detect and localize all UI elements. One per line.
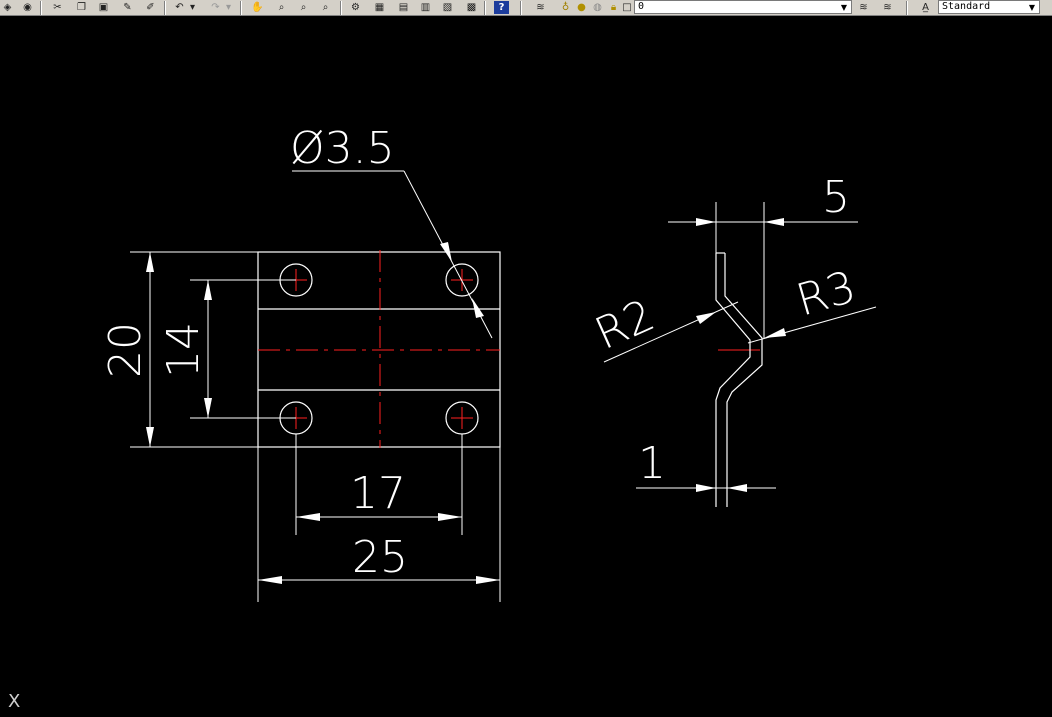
dim-width-total-label: 25 (352, 532, 408, 583)
dim-radius-outer-label: R3 (791, 261, 861, 326)
side-profile-outer (724, 253, 763, 507)
layer-previous-icon[interactable]: ≋ (856, 1, 871, 14)
calculator-icon[interactable]: ▩ (464, 1, 479, 14)
paste-icon[interactable]: ▣ (96, 1, 111, 14)
dim-height-total-label: 20 (100, 322, 151, 378)
toolbar-separator (484, 1, 486, 15)
redo-icon[interactable]: ↷ (208, 1, 223, 14)
dim-thickness-label: 1 (638, 438, 666, 489)
dim-side-width-label: 5 (822, 172, 850, 223)
layer-state-icon[interactable]: ≋ (880, 1, 895, 14)
lock-icon[interactable]: 🔒︎ (606, 1, 621, 14)
layer-manager-icon[interactable]: ≋ (533, 1, 548, 14)
markup-icon[interactable]: ▧ (440, 1, 455, 14)
dim-width-holes-label: 17 (350, 468, 406, 519)
match-properties-icon[interactable]: ✐ (143, 1, 158, 14)
help-icon[interactable]: ? (494, 1, 509, 14)
zoom-window-icon[interactable]: ⌕ (296, 1, 311, 14)
sheet-set-icon[interactable]: ▥ (418, 1, 433, 14)
toolbar-separator (520, 1, 522, 15)
toolbar-separator (164, 1, 166, 15)
standard-toolbar: ◈ ◉ ✂ ❐ ▣ ✎ ✐ ↶ ▾ ↷ ▾ ✋ ⌕ ⌕ ⌕ ⚙ ▦ ▤ ▥ ▧ … (0, 0, 1052, 16)
text-style-dropdown-arrow-icon[interactable]: ▼ (1026, 0, 1038, 14)
undo-icon[interactable]: ↶ (172, 1, 187, 14)
toolbar-separator (240, 1, 242, 15)
layer-dropdown-arrow-icon[interactable]: ▼ (838, 0, 850, 14)
brush-icon[interactable]: ✎ (120, 1, 135, 14)
cut-icon[interactable]: ✂ (50, 1, 65, 14)
layer-select[interactable]: 0 (634, 0, 852, 14)
ucs-axis-label: X (8, 691, 21, 712)
front-view-dimensions (130, 170, 501, 602)
toolbar-separator (906, 1, 908, 15)
text-style-icon[interactable]: A̲ (918, 1, 933, 14)
design-center-icon[interactable]: ▦ (372, 1, 387, 14)
zoom-realtime-icon[interactable]: ⌕ (274, 1, 289, 14)
bulb-icon[interactable]: ♁ (558, 1, 573, 14)
layers-icon[interactable]: ◈ (0, 1, 15, 14)
tool-palette-icon[interactable]: ▤ (396, 1, 411, 14)
dim-diameter-label: Ø3.5 (290, 123, 395, 174)
undo-dropdown-icon[interactable]: ▾ (188, 1, 197, 14)
dim-radius-inner-label: R2 (588, 290, 662, 360)
pan-icon[interactable]: ✋ (250, 1, 265, 14)
dim-height-holes-label: 14 (158, 322, 209, 378)
sun-icon[interactable]: ● (574, 1, 589, 14)
zoom-previous-icon[interactable]: ⌕ (318, 1, 333, 14)
freeze-icon[interactable]: ◍ (590, 1, 605, 14)
globe-icon[interactable]: ◉ (20, 1, 35, 14)
dimension-labels: Ø3.5 20 14 17 25 5 R2 R3 1 (100, 123, 861, 583)
properties-icon[interactable]: ⚙ (348, 1, 363, 14)
redo-dropdown-icon[interactable]: ▾ (224, 1, 233, 14)
toolbar-separator (340, 1, 342, 15)
text-style-select[interactable]: Standard (938, 0, 1040, 14)
toolbar-separator (40, 1, 42, 15)
copy-icon[interactable]: ❐ (74, 1, 89, 14)
side-view (715, 252, 763, 507)
color-swatch-icon[interactable]: □ (622, 1, 632, 14)
center-lines (258, 250, 760, 448)
drawing-canvas[interactable]: Ø3.5 20 14 17 25 5 R2 R3 1 (0, 16, 1052, 717)
